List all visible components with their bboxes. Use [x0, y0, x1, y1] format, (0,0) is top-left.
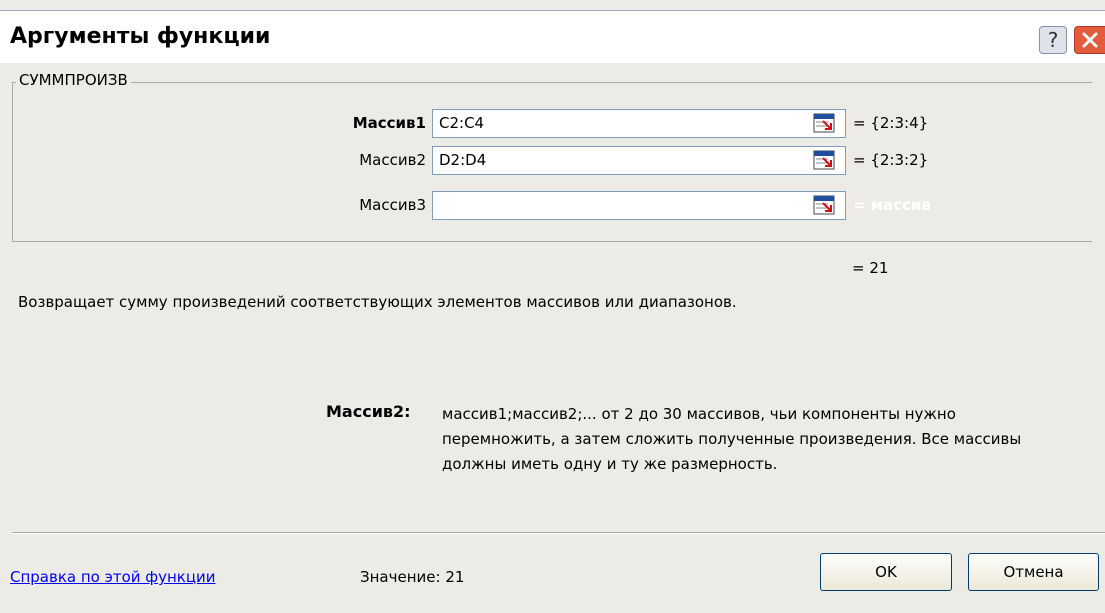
arg2-result: = {2:3:2} — [853, 151, 929, 169]
arg2-label: Массив2 — [359, 151, 426, 169]
question-icon: ? — [1047, 28, 1059, 52]
close-icon — [1082, 32, 1098, 48]
title-bar[interactable]: Аргументы функции ? — [0, 10, 1105, 63]
parameter-description: массив1;массив2;... от 2 до 30 массивов,… — [442, 405, 1022, 473]
divider — [12, 532, 1105, 534]
arg1-result: = {2:3:4} — [853, 114, 929, 132]
collapse-dialog-icon[interactable] — [813, 150, 835, 170]
arg1-label: Массив1 — [352, 114, 426, 132]
cancel-button[interactable]: Отмена — [968, 553, 1099, 591]
help-button[interactable]: ? — [1039, 26, 1067, 54]
function-description: Возвращает сумму произведений соответств… — [18, 293, 737, 311]
function-name: СУММПРОИЗВ — [16, 71, 131, 89]
parameter-name: Массив2: — [326, 402, 411, 421]
arg2-input[interactable]: D2:D4 — [432, 146, 846, 175]
collapse-dialog-icon[interactable] — [813, 195, 835, 215]
window-title: Аргументы функции — [10, 24, 271, 49]
arg3-input[interactable] — [432, 191, 846, 220]
ok-button[interactable]: OK — [820, 553, 952, 591]
help-link[interactable]: Справка по этой функции — [10, 568, 216, 586]
close-button[interactable] — [1074, 26, 1105, 54]
value-label: Значение: 21 — [360, 568, 465, 586]
function-arguments-dialog: Аргументы функции ? СУММПРОИЗВ Массив1 C… — [0, 0, 1105, 613]
arg1-input[interactable]: C2:C4 — [432, 109, 846, 138]
arg3-label: Массив3 — [359, 196, 426, 214]
formula-result: = 21 — [852, 259, 889, 277]
collapse-dialog-icon[interactable] — [813, 113, 835, 133]
arg3-result: = массив — [853, 196, 931, 214]
